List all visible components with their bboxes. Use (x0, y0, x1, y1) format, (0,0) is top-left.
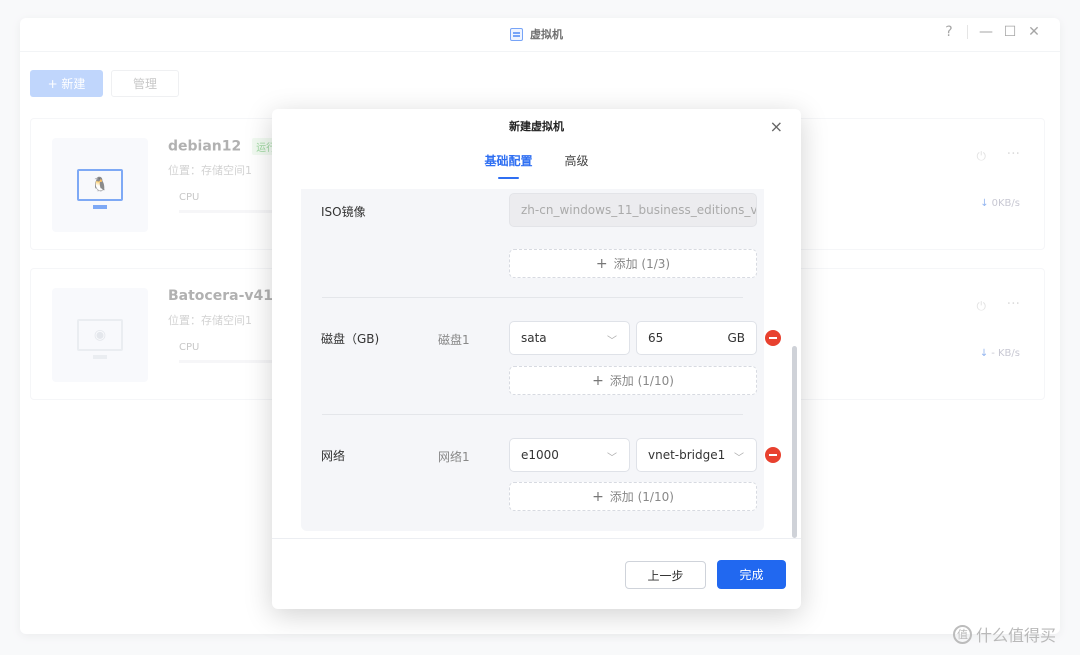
plus-icon: + (595, 255, 608, 272)
section-divider (322, 414, 743, 415)
disk-1-label: 磁盘1 (438, 333, 470, 347)
chevron-down-icon: ﹀ (734, 453, 744, 464)
plus-icon: + (592, 372, 604, 389)
add-network-button[interactable]: + 添加 (1/10) (509, 482, 757, 511)
footer-divider (272, 538, 801, 539)
form-panel: ISO镜像 zh-cn_windows_11_business_editions… (301, 189, 781, 531)
disk-size-input[interactable]: 65 GB (636, 321, 757, 355)
network-label: 网络 (321, 449, 346, 463)
chevron-down-icon: ﹀ (607, 336, 617, 347)
form-scrollbar[interactable] (792, 346, 797, 538)
disk-label: 磁盘（GB) (321, 332, 380, 346)
tab-basic-config[interactable]: 基础配置 (484, 152, 533, 179)
iso-label: ISO镜像 (321, 205, 366, 219)
dialog-tabs: 基础配置 高级 (272, 152, 801, 179)
remove-disk-icon[interactable] (765, 330, 781, 346)
new-vm-dialog: 新建虚拟机 × 基础配置 高级 ISO镜像 zh-cn_windows_11_b… (272, 109, 801, 609)
dialog-close-icon[interactable]: × (770, 117, 783, 136)
disk-size-unit: GB (727, 331, 745, 345)
network-bridge-value: vnet-bridge1 (648, 448, 726, 462)
previous-step-button[interactable]: 上一步 (625, 561, 706, 589)
network-adapter-select[interactable]: e1000 ﹀ (509, 438, 630, 472)
watermark-logo-icon: 值 (953, 624, 972, 644)
add-network-label: 添加 (1/10) (609, 490, 674, 504)
chevron-down-icon: ﹀ (607, 453, 617, 464)
plus-icon: + (592, 488, 604, 505)
network-1-label: 网络1 (438, 450, 470, 464)
section-divider (322, 297, 743, 298)
remove-network-icon[interactable] (765, 447, 781, 463)
iso-input[interactable]: zh-cn_windows_11_business_editions_ve (509, 193, 757, 227)
disk-type-value: sata (521, 331, 547, 345)
finish-button[interactable]: 完成 (717, 560, 786, 589)
disk-type-select[interactable]: sata ﹀ (509, 321, 630, 355)
add-disk-button[interactable]: + 添加 (1/10) (509, 366, 757, 395)
network-adapter-value: e1000 (521, 448, 559, 462)
add-iso-button[interactable]: + 添加 (1/3) (509, 249, 757, 278)
watermark-text: 什么值得买 (976, 626, 1057, 645)
add-disk-label: 添加 (1/10) (609, 374, 674, 388)
watermark: 值 什么值得买 (953, 622, 1056, 646)
disk-size-value: 65 (648, 331, 664, 345)
add-iso-label: 添加 (1/3) (613, 257, 671, 271)
tab-advanced[interactable]: 高级 (565, 152, 589, 179)
dialog-title: 新建虚拟机 (509, 120, 564, 133)
network-bridge-select[interactable]: vnet-bridge1 ﹀ (636, 438, 757, 472)
